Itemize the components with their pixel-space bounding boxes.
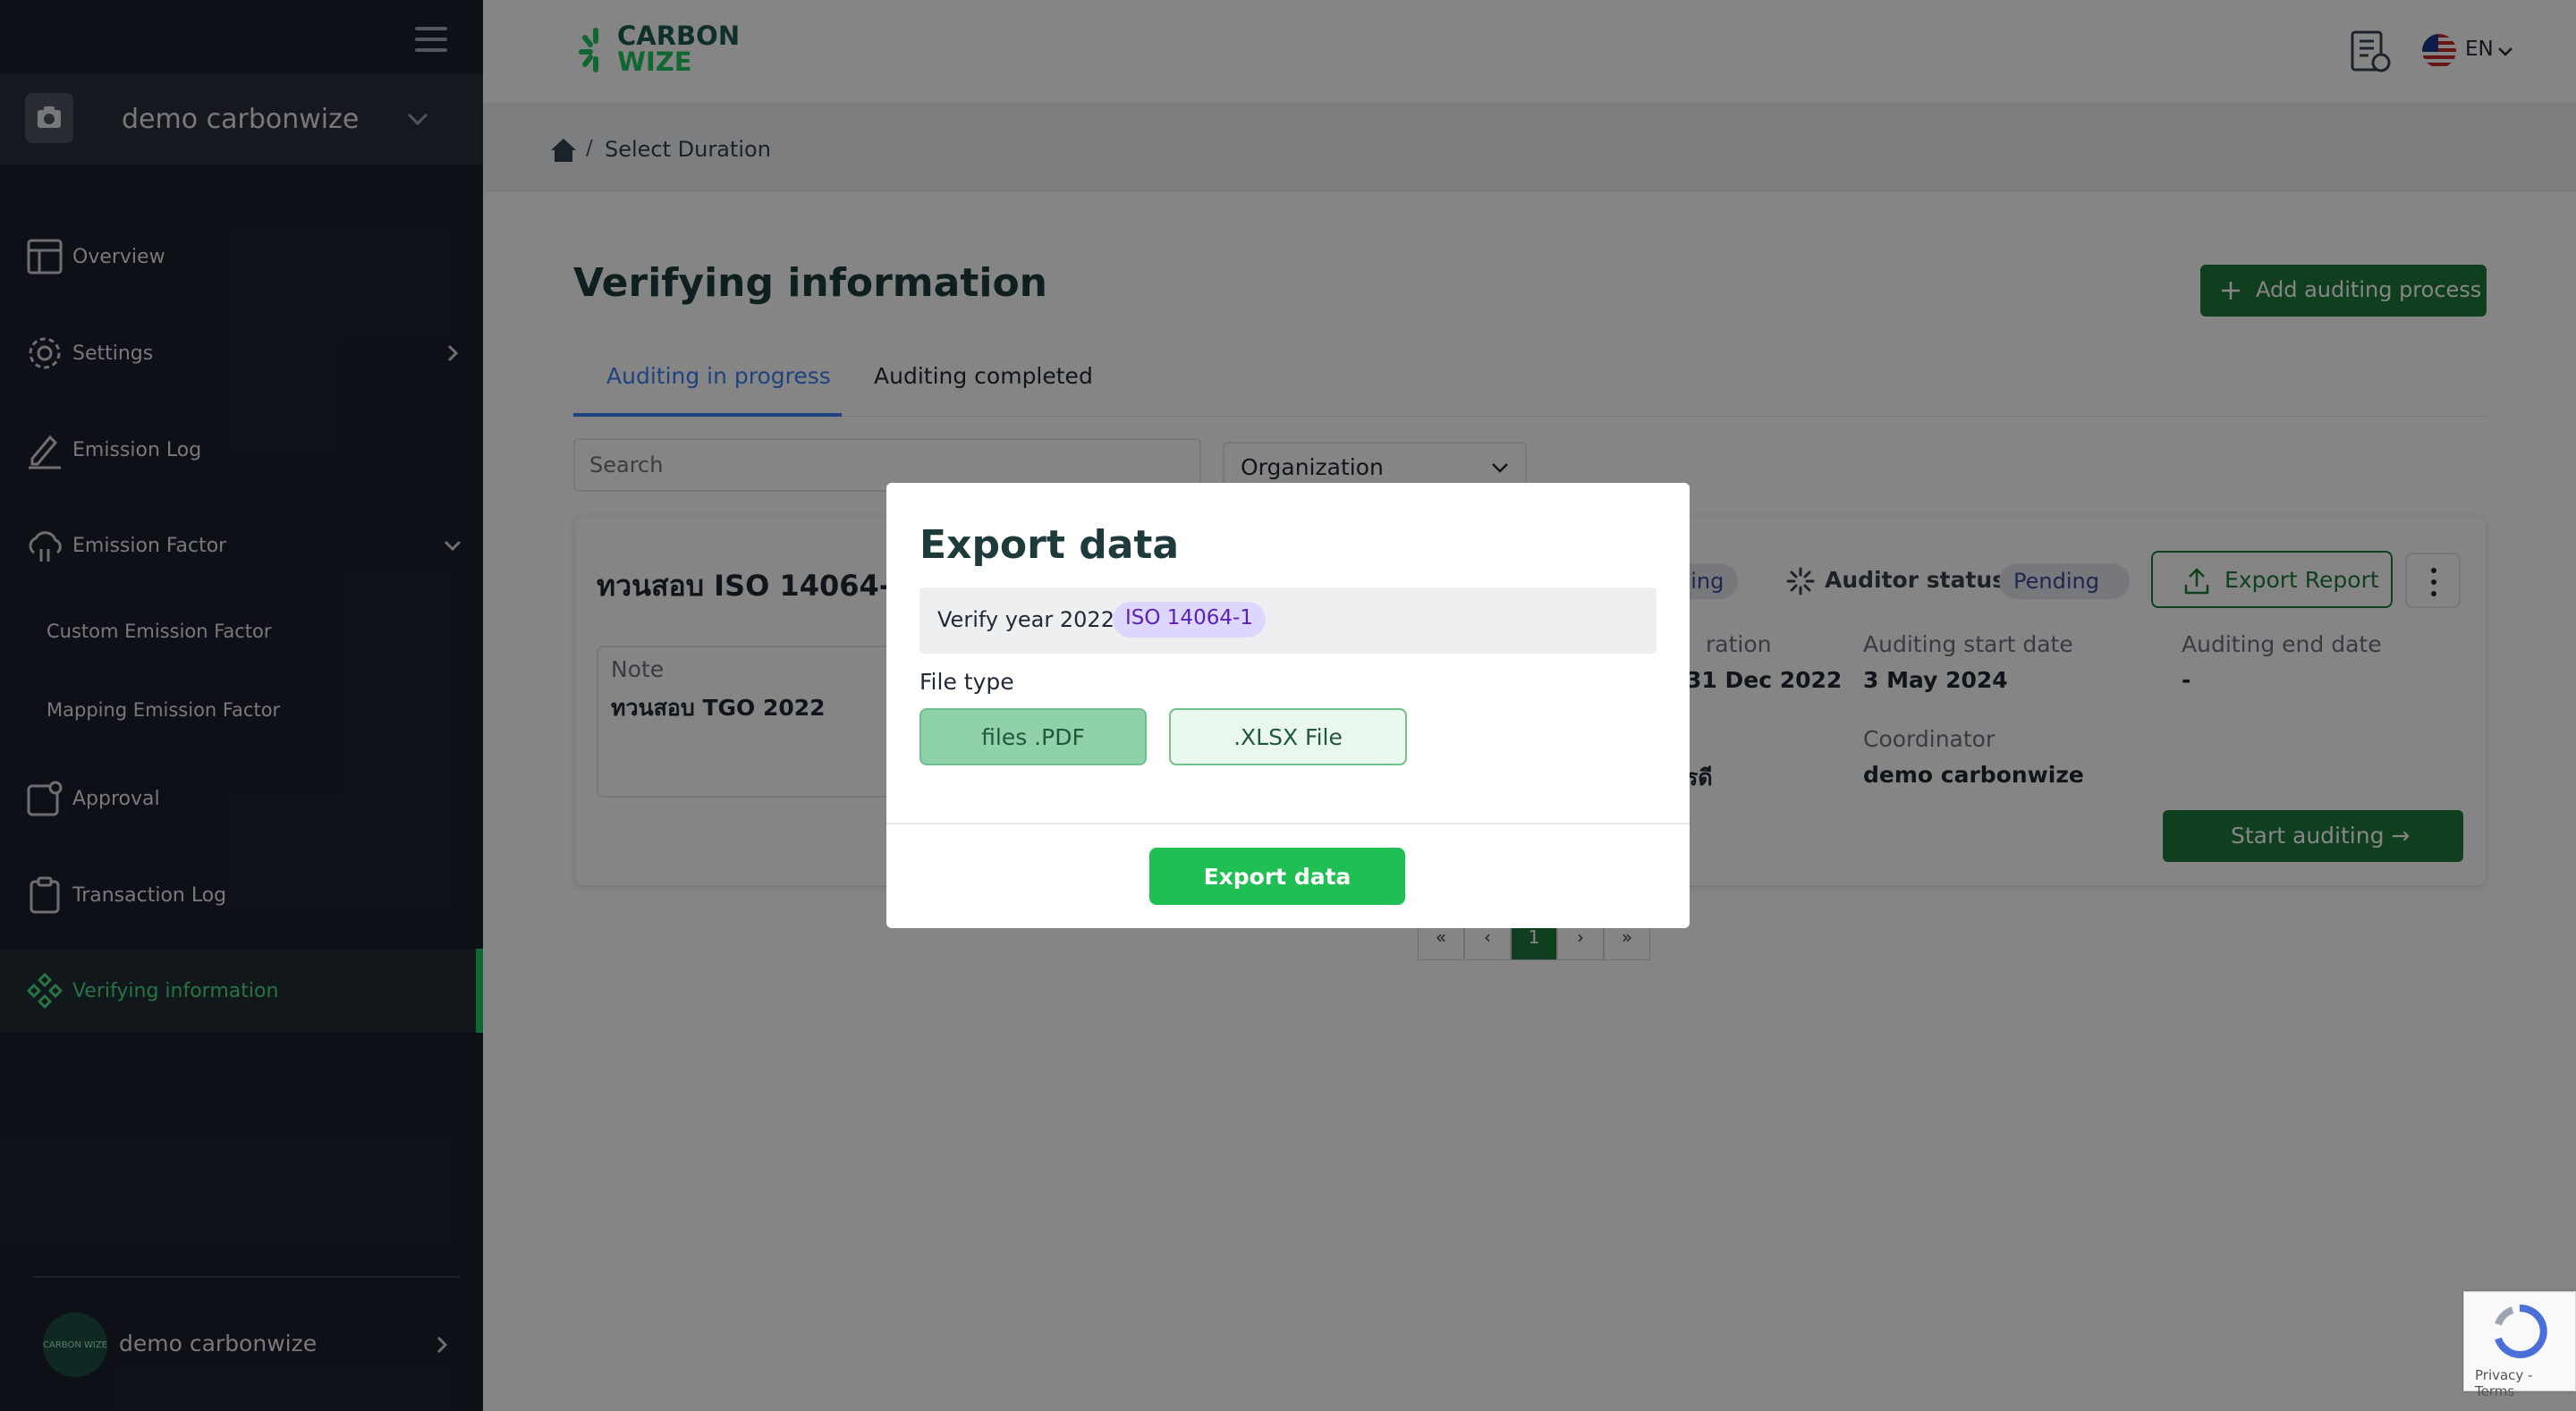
xlsx-option-button[interactable]: .XLSX File <box>1169 708 1407 765</box>
modal-divider <box>886 823 1690 824</box>
pdf-option-button[interactable]: files .PDF <box>919 708 1147 765</box>
export-data-button[interactable]: Export data <box>1149 848 1405 905</box>
modal-title: Export data <box>919 522 1180 568</box>
verify-year: Verify year 2022 <box>937 607 1114 632</box>
verify-info-box: Verify year 2022 ISO 14064-1 <box>919 587 1657 654</box>
export-data-modal: Export data Verify year 2022 ISO 14064-1… <box>886 483 1690 928</box>
recaptcha-icon <box>2495 1304 2547 1358</box>
recaptcha-links[interactable]: Privacy - Terms <box>2475 1367 2575 1399</box>
standard-tag: ISO 14064-1 <box>1113 602 1266 638</box>
recaptcha-badge[interactable]: Privacy - Terms <box>2463 1291 2576 1399</box>
file-type-label: File type <box>919 669 1014 695</box>
